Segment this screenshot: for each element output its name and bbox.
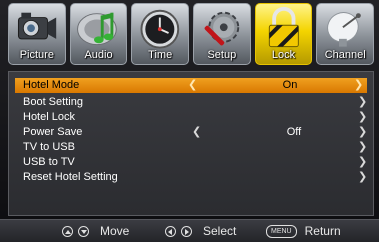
left-arrow-icon[interactable]: ❮: [188, 78, 197, 93]
menu-row-tv-to-usb[interactable]: TV to USB ❯: [19, 140, 368, 155]
menu-row-label: TV to USB: [23, 141, 75, 153]
hint-return-label: Return: [304, 224, 341, 238]
right-arrow-icon: ❯: [358, 156, 368, 168]
menu-row-label: Hotel Lock: [23, 111, 75, 123]
tab-time-label: Time: [148, 49, 173, 61]
right-arrow-icon: ❯: [358, 111, 368, 123]
tab-lock[interactable]: Lock: [254, 3, 313, 65]
hint-return: MENU Return: [266, 224, 341, 238]
right-key-icon: [181, 225, 192, 237]
hint-move: Move: [62, 224, 129, 238]
tab-audio-label: Audio: [84, 49, 113, 61]
menu-row-hotel-mode[interactable]: Hotel Mode ❮ On ❯: [15, 78, 367, 93]
tab-time[interactable]: Time: [131, 3, 190, 65]
menu-row-value: Off: [286, 126, 302, 138]
menu-row-label: Power Save: [23, 126, 83, 138]
menu-row-reset-hotel-setting[interactable]: Reset Hotel Setting ❯: [19, 170, 368, 185]
hint-move-label: Move: [100, 224, 130, 238]
right-arrow-icon[interactable]: ❯: [358, 125, 367, 140]
menu-row-value: On: [282, 79, 298, 91]
menu-row-usb-to-tv[interactable]: USB to TV ❯: [19, 155, 368, 170]
right-arrow-icon: ❯: [358, 141, 368, 153]
menu-row-label: Hotel Mode: [23, 79, 80, 91]
left-key-icon: [165, 225, 176, 237]
up-key-icon: [62, 225, 73, 237]
menu-key-icon: MENU: [266, 224, 297, 238]
tab-channel[interactable]: Channel: [316, 3, 375, 65]
right-arrow-icon[interactable]: ❯: [354, 78, 363, 93]
tab-channel-label: Channel: [324, 49, 366, 61]
down-key-icon: [78, 225, 89, 237]
tab-picture[interactable]: Picture: [8, 3, 66, 65]
left-arrow-icon[interactable]: ❮: [192, 125, 201, 140]
menu-row-hotel-lock[interactable]: Hotel Lock ❯: [19, 110, 368, 125]
tab-setup[interactable]: Setup: [193, 3, 251, 65]
hint-select-label: Select: [203, 224, 237, 238]
tab-audio[interactable]: Audio: [69, 3, 128, 65]
tab-picture-label: Picture: [19, 49, 54, 61]
menu-row-label: USB to TV: [23, 156, 75, 168]
key-hint-bar: Move Select MENU Return: [0, 219, 379, 242]
osd-screen: Picture Audio Time Setup Lock Channel Ho…: [0, 0, 379, 242]
right-arrow-icon: ❯: [358, 171, 368, 183]
lock-menu-panel: Hotel Mode ❮ On ❯ Boot Setting ❯ Hotel L…: [8, 71, 374, 216]
tab-setup-label: Setup: [207, 49, 237, 61]
top-tab-bar: Picture Audio Time Setup Lock Channel: [8, 3, 375, 67]
menu-row-boot-setting[interactable]: Boot Setting ❯: [19, 95, 368, 110]
right-arrow-icon: ❯: [358, 96, 368, 108]
menu-row-label: Reset Hotel Setting: [23, 171, 118, 183]
menu-row-power-save[interactable]: Power Save ❮ Off ❯: [19, 125, 367, 140]
menu-row-label: Boot Setting: [23, 96, 83, 108]
tab-lock-label: Lock: [271, 49, 296, 61]
hint-select: Select: [165, 224, 236, 238]
